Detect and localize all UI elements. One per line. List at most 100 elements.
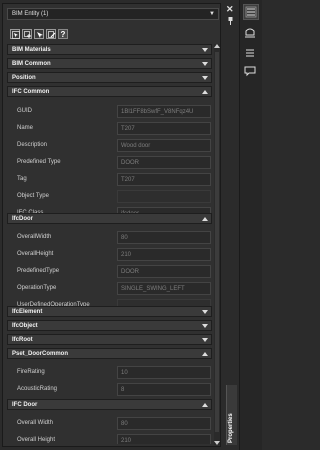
prop-label: OperationType bbox=[17, 285, 57, 291]
section-ifc-root[interactable]: IfcRoot bbox=[7, 334, 212, 345]
prop-row-description: Description Wood door bbox=[7, 138, 212, 153]
prop-value-guid[interactable]: 1Bl1FF8bSwfF_V8NFqz4U bbox=[117, 105, 211, 118]
prop-value-predefinedtype[interactable]: DOOR bbox=[117, 265, 211, 278]
prop-label: Overall Height bbox=[17, 437, 56, 443]
prop-label: AcousticRating bbox=[17, 386, 58, 392]
properties-panel-button[interactable] bbox=[243, 4, 259, 20]
prop-row-predefined-type: PredefinedType DOOR bbox=[7, 264, 212, 279]
help-button[interactable]: ? bbox=[58, 29, 68, 39]
prop-label: Overall Width bbox=[17, 420, 54, 426]
prop-label: Description bbox=[17, 142, 48, 148]
prop-row-predefined-type: Predefined Type DOOR bbox=[7, 155, 212, 170]
scroll-up-icon[interactable] bbox=[214, 44, 220, 48]
prop-row-name: Name T207 bbox=[7, 121, 212, 136]
select-object-button[interactable] bbox=[10, 29, 20, 39]
dropdown-arrow-icon: ▼ bbox=[209, 11, 215, 17]
section-title: Pset_DoorCommon bbox=[12, 351, 69, 357]
prop-row-object-type: Object Type bbox=[7, 189, 212, 204]
prop-value-description[interactable]: Wood door bbox=[117, 139, 211, 152]
collapse-icon bbox=[202, 352, 208, 356]
list-icon bbox=[246, 49, 254, 57]
layers-panel-button[interactable] bbox=[243, 26, 259, 42]
section-title: IFC Common bbox=[12, 89, 50, 95]
prop-value-overall-height[interactable]: 210 bbox=[117, 248, 211, 261]
expand-icon bbox=[202, 324, 208, 328]
properties-list: BIM Materials BIM Common Position IFC Co… bbox=[7, 44, 212, 444]
section-title: BIM Materials bbox=[12, 47, 51, 53]
section-title: IfcElement bbox=[12, 309, 43, 315]
scroll-thumb[interactable] bbox=[215, 52, 219, 432]
prop-row-tag: Tag T207 bbox=[7, 172, 212, 187]
prop-value-acoustic-rating[interactable]: 8 bbox=[117, 383, 211, 396]
prop-value-operation-type[interactable]: SINGLE_SWING_LEFT bbox=[117, 282, 211, 295]
prop-value-overall-height-2[interactable]: 210 bbox=[117, 434, 211, 444]
list-panel-button[interactable] bbox=[243, 46, 259, 62]
edit-properties-button[interactable] bbox=[46, 29, 56, 39]
prop-label: Tag bbox=[17, 176, 27, 182]
add-set-icon bbox=[24, 31, 31, 38]
prop-value-name[interactable]: T207 bbox=[117, 122, 211, 135]
section-ifc-object[interactable]: IfcObject bbox=[7, 320, 212, 331]
scroll-down-icon[interactable] bbox=[214, 441, 220, 445]
section-title: IfcDoor bbox=[12, 216, 33, 222]
expand-icon bbox=[202, 338, 208, 342]
prop-label: Predefined Type bbox=[17, 159, 61, 165]
section-title: IFC Door bbox=[12, 402, 38, 408]
prop-row-operation-type: OperationType SINGLE_SWING_LEFT bbox=[7, 281, 212, 296]
prop-label: GUID bbox=[17, 108, 32, 114]
prop-row-overall-height-2: Overall Height 210 bbox=[7, 433, 212, 444]
select-object-icon bbox=[12, 31, 20, 39]
prop-row-overall-width-2: Overall Width 80 bbox=[7, 416, 212, 431]
section-ifc-door-quantities[interactable]: IFC Door bbox=[7, 399, 212, 410]
section-ifc-element[interactable]: IfcElement bbox=[7, 306, 212, 317]
entity-selector-value: BIM Entity (1) bbox=[12, 11, 49, 17]
properties-panel: BIM Entity (1) ▼ ? BIM Materials BIM Com… bbox=[2, 3, 221, 447]
section-title: Position bbox=[12, 75, 36, 81]
properties-dock-tab[interactable]: Properties bbox=[226, 385, 237, 445]
prop-row-acoustic-rating: AcousticRating 8 bbox=[7, 382, 212, 397]
section-title: IfcObject bbox=[12, 323, 38, 329]
prop-row-fire-rating: FireRating 10 bbox=[7, 365, 212, 380]
pin-icon[interactable] bbox=[228, 17, 233, 25]
collapse-icon bbox=[202, 90, 208, 94]
section-ifc-common[interactable]: IFC Common bbox=[7, 86, 212, 97]
prop-row-overall-height: OverallHeight 210 bbox=[7, 247, 212, 262]
comments-panel-button[interactable] bbox=[243, 64, 259, 80]
prop-row-overall-width: OverallWidth 80 bbox=[7, 230, 212, 245]
prop-label: FireRating bbox=[17, 369, 45, 375]
expand-icon bbox=[202, 48, 208, 52]
section-bim-common[interactable]: BIM Common bbox=[7, 58, 212, 69]
prop-value-fire-rating[interactable]: 10 bbox=[117, 366, 211, 379]
section-ifcdoor[interactable]: IfcDoor bbox=[7, 213, 212, 224]
properties-list-icon bbox=[245, 6, 257, 18]
section-title: IfcRoot bbox=[12, 337, 33, 343]
dock-tab-strip bbox=[225, 30, 237, 445]
prop-value-object-type[interactable] bbox=[117, 190, 211, 203]
section-position[interactable]: Position bbox=[7, 72, 212, 83]
expand-icon bbox=[202, 310, 208, 314]
prop-row-guid: GUID 1Bl1FF8bSwfF_V8NFqz4U bbox=[7, 104, 212, 119]
entity-selector[interactable]: BIM Entity (1) ▼ bbox=[7, 8, 219, 20]
pick-element-button[interactable] bbox=[34, 29, 44, 39]
close-icon[interactable]: ✕ bbox=[226, 4, 234, 15]
prop-label: Object Type bbox=[17, 193, 49, 199]
prop-value-predefined-type[interactable]: DOOR bbox=[117, 156, 211, 169]
chat-bubble-icon bbox=[244, 66, 256, 77]
prop-label: Name bbox=[17, 125, 34, 131]
right-sidebar bbox=[239, 0, 262, 450]
prop-value-tag[interactable]: T207 bbox=[117, 173, 211, 186]
prop-value-overall-width-2[interactable]: 80 bbox=[117, 417, 211, 430]
add-set-button[interactable] bbox=[22, 29, 32, 39]
collapse-icon bbox=[202, 217, 208, 221]
expand-icon bbox=[202, 62, 208, 66]
section-title: BIM Common bbox=[12, 61, 51, 67]
section-pset-door-common[interactable]: Pset_DoorCommon bbox=[7, 348, 212, 359]
properties-tab-label: Properties bbox=[228, 413, 234, 443]
collapse-icon bbox=[202, 403, 208, 407]
prop-label: OverallHeight bbox=[17, 251, 54, 257]
prop-label: OverallWidth bbox=[17, 234, 52, 240]
prop-value-overall-width[interactable]: 80 bbox=[117, 231, 211, 244]
section-bim-materials[interactable]: BIM Materials bbox=[7, 44, 212, 55]
vertical-scrollbar[interactable] bbox=[214, 44, 220, 445]
expand-icon bbox=[202, 76, 208, 80]
